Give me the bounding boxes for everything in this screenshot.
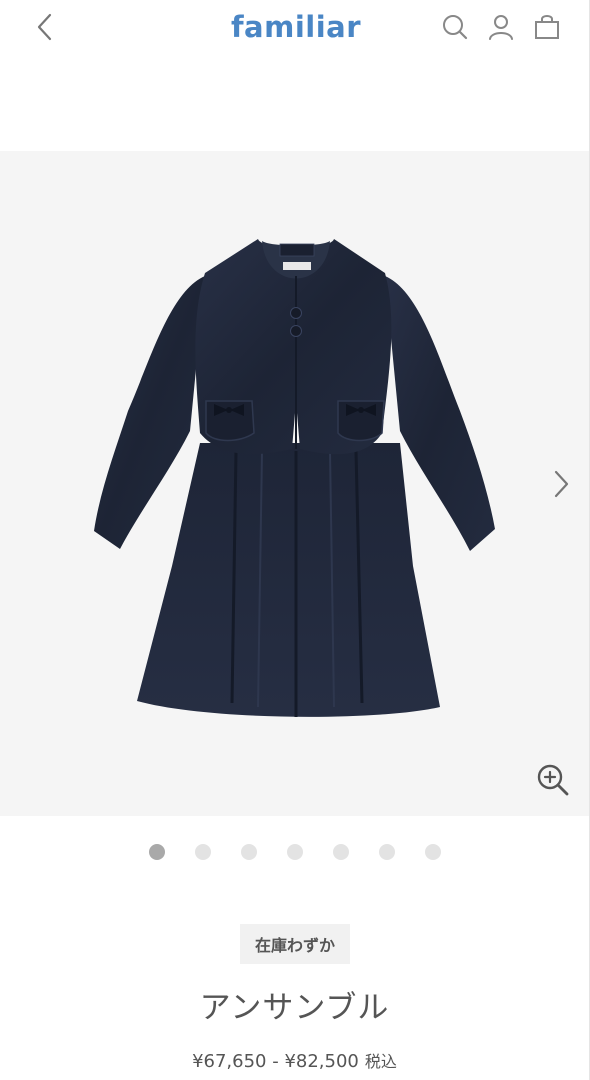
pagination-dot-1[interactable] <box>149 844 165 860</box>
stock-status-badge: 在庫わずか <box>240 924 350 964</box>
brand-logo[interactable]: familiar <box>228 7 364 47</box>
pagination-dot-6[interactable] <box>379 844 395 860</box>
pagination-dot-7[interactable] <box>425 844 441 860</box>
site-header: familiar <box>0 0 590 58</box>
chevron-right-icon <box>554 470 569 498</box>
next-image-button[interactable] <box>547 467 575 501</box>
product-title: アンサンブル <box>199 990 390 1026</box>
product-page: familiar 在庫わずか アンサンブル ¥67,650 - ¥82,500 … <box>0 0 590 1080</box>
pagination-dot-5[interactable] <box>333 844 349 860</box>
pagination-dot-3[interactable] <box>241 844 257 860</box>
zoom-in-icon <box>537 764 569 796</box>
product-image-gallery[interactable] <box>0 151 589 816</box>
cart-button[interactable] <box>532 12 562 42</box>
pagination-dot-2[interactable] <box>195 844 211 860</box>
search-button[interactable] <box>440 12 470 42</box>
user-icon <box>489 15 513 40</box>
price-row: ¥67,650 - ¥82,500 税込 <box>0 1048 589 1072</box>
pagination-dot-4[interactable] <box>287 844 303 860</box>
shopping-bag-icon <box>535 15 559 39</box>
price-range: ¥67,650 - ¥82,500 <box>192 1051 359 1072</box>
search-icon <box>443 15 468 40</box>
gallery-pagination <box>149 844 441 860</box>
account-button[interactable] <box>486 12 516 42</box>
back-button[interactable] <box>28 10 62 44</box>
product-image <box>94 239 495 717</box>
tax-label: 税込 <box>364 1052 397 1071</box>
chevron-left-icon <box>37 13 52 41</box>
zoom-button[interactable] <box>534 761 572 799</box>
